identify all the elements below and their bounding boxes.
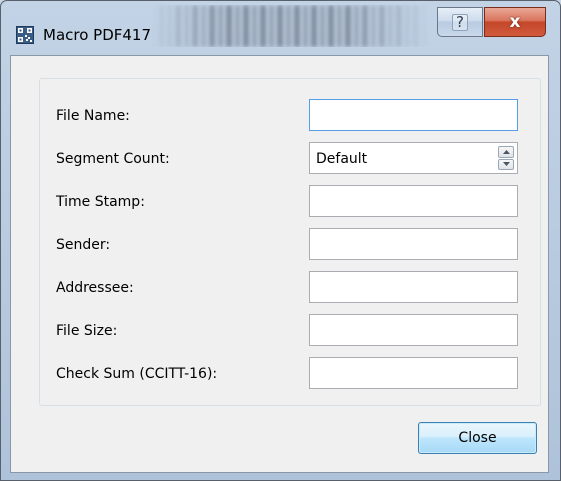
title-bar-barcode-decoration: [151, 5, 431, 47]
close-icon: x: [509, 11, 521, 32]
segment-count-label: Segment Count:: [56, 151, 170, 167]
close-button[interactable]: Close: [418, 422, 537, 454]
file-size-field[interactable]: [309, 314, 518, 346]
qr-code-icon: [16, 26, 34, 44]
sender-label: Sender:: [56, 237, 111, 253]
chevron-up-icon: [502, 149, 510, 154]
chevron-down-icon: [502, 162, 510, 167]
addressee-field[interactable]: [309, 271, 518, 303]
file-name-label: File Name:: [56, 108, 130, 124]
dialog-window: Macro PDF417 ? x File Name: Segment Coun…: [0, 0, 561, 481]
spin-up-button[interactable]: [498, 146, 514, 158]
window-close-button[interactable]: x: [484, 7, 546, 37]
help-icon: ?: [452, 13, 468, 31]
window-title: Macro PDF417: [43, 26, 152, 44]
time-stamp-field[interactable]: [309, 185, 518, 217]
sender-field[interactable]: [309, 228, 518, 260]
segment-count-spinbox[interactable]: Default: [309, 142, 518, 174]
check-sum-label: Check Sum (CCITT-16):: [56, 366, 218, 382]
time-stamp-label: Time Stamp:: [56, 194, 145, 210]
addressee-label: Addressee:: [56, 280, 134, 296]
title-bar[interactable]: Macro PDF417 ? x: [1, 1, 560, 55]
help-button[interactable]: ?: [437, 7, 483, 37]
file-name-field[interactable]: [309, 99, 518, 131]
segment-count-spin-arrows: [498, 146, 514, 170]
dialog-client-area: File Name: Segment Count: Default Time S…: [10, 55, 549, 473]
file-size-label: File Size:: [56, 323, 118, 339]
check-sum-field[interactable]: [309, 357, 518, 389]
segment-count-value: Default: [316, 151, 368, 167]
spin-down-button[interactable]: [498, 158, 514, 170]
